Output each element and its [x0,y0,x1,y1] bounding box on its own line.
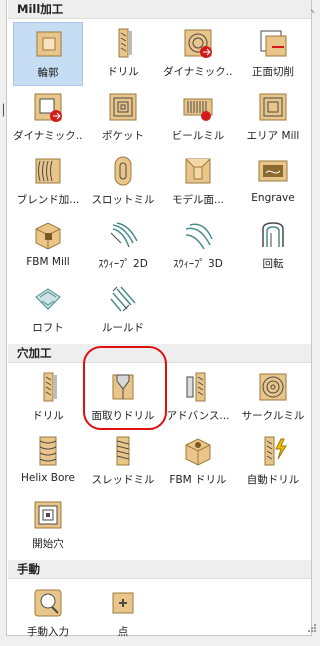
operation-button[interactable]: スレッドミル [88,430,158,494]
sweep-2d-icon [110,222,138,248]
operation-label: ビールミル [171,130,225,142]
operation-label: 正面切削 [252,66,294,78]
operation-label: アドバンス... [166,410,230,422]
face-icon [260,30,287,57]
fbm-drill-icon [185,438,211,466]
operation-button[interactable]: ダイナミック... [13,86,83,150]
operation-button[interactable]: ブレンド加... [13,150,83,214]
operation-button[interactable]: FBM ドリル [163,430,233,494]
model-chamfer-icon [185,158,211,184]
circle-mill-icon [259,373,287,401]
operation-button[interactable]: エリア Mill [238,86,308,150]
operation-button[interactable]: FBM Mill [13,214,83,278]
highlight-circle [83,346,167,430]
hole-drill-icon [43,372,57,402]
operation-label: ドリル [32,410,64,422]
section-title: Mill加工 [17,2,64,16]
operation-label: FBM ドリル [169,474,227,486]
operation-button[interactable]: ドリル [88,22,158,86]
operation-button[interactable]: 手動入力 [13,582,83,646]
operation-label: 回転 [262,258,284,270]
ruled-icon [110,286,136,312]
area-mill-icon [259,93,287,121]
operation-label: 輪郭 [37,67,59,79]
operation-button[interactable]: アドバンス... [163,366,233,430]
engrave-icon [258,160,288,182]
loft-icon [35,288,61,310]
operation-button[interactable]: ポケット [88,86,158,150]
fbm-mill-icon [35,222,61,250]
contour-icon [36,31,62,57]
sweep-3d-icon [185,223,213,250]
operation-label: ロフト [32,322,64,334]
pocket-icon [109,93,137,121]
operation-button[interactable]: ビールミル [163,86,233,150]
operation-label: 点 [117,626,129,638]
operation-button[interactable]: モデル面... [163,150,233,214]
operation-label: ルールド [102,322,144,334]
dynamic-contour-icon [34,93,62,122]
operation-button[interactable]: 点 [88,582,158,646]
operation-label: Engrave [251,192,295,204]
operation-button[interactable]: 回転 [238,214,308,278]
drill-icon [118,28,132,58]
operation-button[interactable]: 正面切削 [238,22,308,86]
operation-button[interactable]: ダイナミック... [163,22,233,86]
operation-label: 手動入力 [27,626,69,638]
operation-button[interactable]: ルールド [88,278,158,342]
slot-mill-icon [114,156,132,186]
operation-button[interactable]: サークルミル [238,366,308,430]
section-header: Mill加工 [8,0,311,19]
revolve-icon [262,222,284,247]
operation-label: ｽｳｨｰﾌﾟ 2D [98,258,148,270]
background-text: │ [0,104,7,117]
operation-label: スレッドミル [91,474,155,486]
operation-label: FBM Mill [26,256,70,268]
operation-label: スロットミル [91,194,155,206]
operation-label: エリア Mill [246,130,300,142]
helix-bore-icon [39,436,57,466]
blend-icon [35,158,61,184]
operation-label: サークルミル [241,410,305,422]
operation-button[interactable]: スロットミル [88,150,158,214]
point-icon [112,592,134,614]
peel-mill-icon [183,98,213,121]
operation-label: Helix Bore [21,472,75,484]
operation-button[interactable]: 自動ドリル [238,430,308,494]
advanced-drill-icon [186,372,206,402]
thread-mill-icon [116,436,130,466]
operation-label: ポケット [102,130,144,142]
resize-grip-icon[interactable] [307,623,317,633]
operation-button[interactable]: Helix Bore [13,430,83,494]
operation-label: 開始穴 [32,538,64,550]
operation-button[interactable]: 輪郭 [13,22,83,86]
operations-panel: Mill加工 輪郭 ドリル ダイナミック... 正面切削 ダイナミック... ポケット ビール… [6,0,316,638]
dynamic-mill-icon [184,29,212,58]
section-title: 手動 [17,562,40,576]
section-title: 穴加工 [17,346,52,360]
operation-button[interactable]: 開始穴 [13,494,83,558]
operation-label: ｽｳｨｰﾌﾟ 3D [173,258,223,270]
operation-button[interactable]: ｽｳｨｰﾌﾟ 2D [88,214,158,278]
operation-button[interactable]: ｽｳｨｰﾌﾟ 3D [163,214,233,278]
auto-drill-icon [264,436,287,466]
operation-label: モデル面... [171,194,224,206]
section-header: 手動 [8,560,311,579]
manual-entry-icon [34,589,62,617]
operation-label: ダイナミック... [163,66,233,78]
start-hole-icon [34,501,62,529]
operation-label: 自動ドリル [246,474,300,486]
operation-label: ブレンド加... [16,194,80,206]
operation-button[interactable]: Engrave [238,150,308,214]
operation-button[interactable]: ロフト [13,278,83,342]
operation-label: ダイナミック... [13,130,83,142]
operation-label: ドリル [107,66,139,78]
operation-button[interactable]: ドリル [13,366,83,430]
